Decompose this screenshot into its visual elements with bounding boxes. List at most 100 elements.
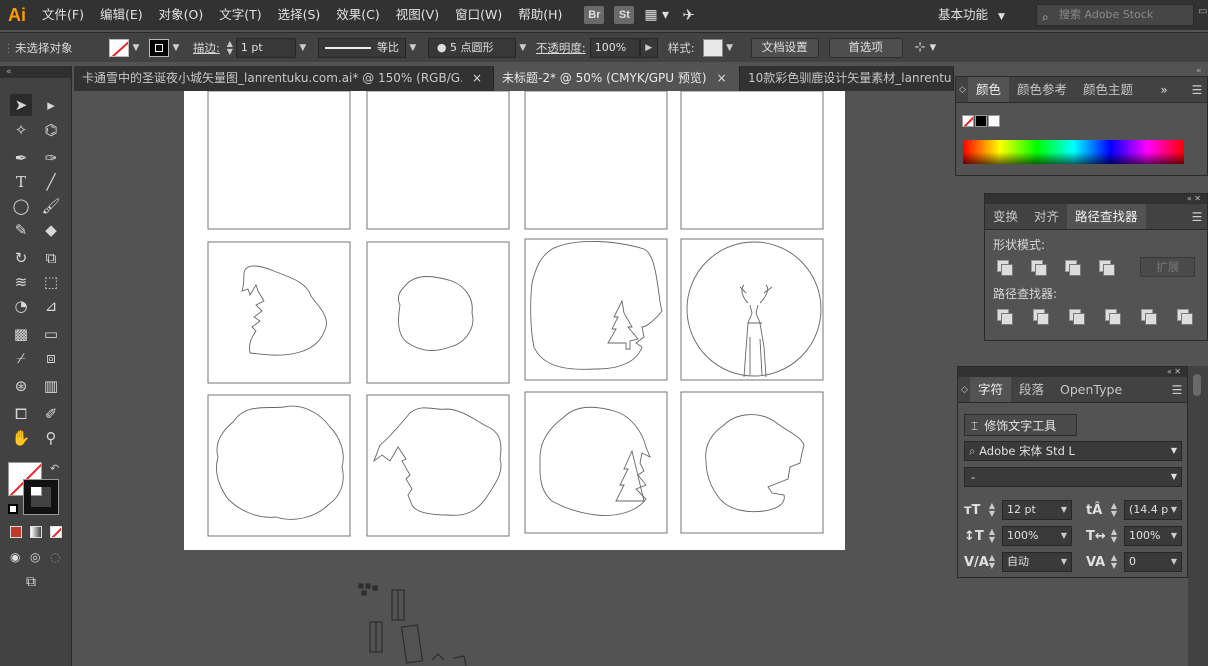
leading-field[interactable]: (14.4 p ▼ <box>1124 500 1182 520</box>
none-swatch[interactable] <box>962 115 974 127</box>
tab-paragraph[interactable]: 段落 <box>1011 377 1052 402</box>
tab-transform[interactable]: 变换 <box>985 204 1026 229</box>
expand-icon[interactable]: ◇ <box>956 77 968 102</box>
white-swatch[interactable] <box>988 115 1000 127</box>
arrange-icon[interactable]: ⊹ ▾ <box>915 40 937 55</box>
screen-mode-icon[interactable]: ⧉ <box>26 574 36 590</box>
fill-swatch[interactable] <box>109 38 129 57</box>
chevron-down-icon[interactable]: ▼ <box>129 43 143 53</box>
menu-window[interactable]: 窗口(W) <box>447 0 510 30</box>
dock-collapse-icon[interactable]: « <box>1196 66 1202 76</box>
collapse-icon[interactable]: « <box>0 66 71 78</box>
paintbrush-tool-icon[interactable]: 🖌 <box>40 195 62 217</box>
mesh-tool-icon[interactable]: ▩ <box>10 323 32 345</box>
stroke-label[interactable]: 描边: <box>193 40 220 56</box>
gradient-tool-icon[interactable]: ▭ <box>40 323 62 345</box>
gpu-performance-icon[interactable]: ✈ <box>682 6 695 24</box>
panel-menu-icon[interactable]: ☰ <box>1187 204 1207 229</box>
minus-back-icon[interactable] <box>1177 309 1193 325</box>
vertical-scale-field[interactable]: 100% ▼ <box>1002 526 1072 546</box>
column-graph-tool-icon[interactable]: ▥ <box>40 375 62 397</box>
menu-type[interactable]: 文字(T) <box>211 0 269 30</box>
panel-menu-icon[interactable]: ☰ <box>1167 377 1187 402</box>
selection-tool-icon[interactable]: ➤ <box>10 94 32 116</box>
close-icon[interactable]: × <box>717 66 727 91</box>
blend-tool-icon[interactable]: ⧈ <box>40 347 62 369</box>
chevron-down-icon[interactable]: ▼ <box>516 43 530 53</box>
merge-icon[interactable] <box>1069 309 1085 325</box>
panel-menu-icon[interactable]: ☰ <box>1187 77 1207 102</box>
horizontal-scale-field[interactable]: 100% ▼ <box>1124 526 1182 546</box>
default-colors-icon[interactable] <box>8 504 18 514</box>
leading-stepper[interactable]: ▲ ▼ <box>1108 502 1120 518</box>
stock-icon[interactable]: St <box>614 6 635 24</box>
lasso-tool-icon[interactable]: ⌬ <box>40 119 62 141</box>
pen-tool-icon[interactable]: ✒ <box>10 147 32 169</box>
window-close-icon[interactable]: ▭ <box>1198 6 1207 17</box>
expand-icon[interactable]: ◇ <box>958 377 970 402</box>
outline-icon[interactable] <box>1141 309 1157 325</box>
chevron-down-icon[interactable]: ▼ <box>723 43 737 53</box>
document-setup-button[interactable]: 文档设置 <box>750 37 819 58</box>
style-swatch[interactable] <box>702 38 723 57</box>
type-tool-icon[interactable]: T <box>10 171 32 193</box>
divide-icon[interactable] <box>997 309 1013 325</box>
vertical-scale-stepper[interactable]: ▲ ▼ <box>986 528 998 544</box>
artboard-tool-icon[interactable]: ⧠ <box>10 403 32 425</box>
close-icon[interactable]: × <box>472 66 482 91</box>
direct-selection-tool-icon[interactable]: ▸ <box>40 94 62 116</box>
symbol-sprayer-tool-icon[interactable]: ⊛ <box>10 375 32 397</box>
none-mode-icon[interactable] <box>50 526 62 538</box>
opacity-field[interactable]: 100% <box>589 37 640 58</box>
tab-opentype[interactable]: OpenType <box>1052 377 1130 402</box>
chevron-down-icon[interactable]: ▼ <box>406 43 420 53</box>
stroke-color-swatch[interactable] <box>23 479 59 515</box>
slice-tool-icon[interactable]: ✐ <box>40 403 62 425</box>
tab-color[interactable]: 颜色 <box>968 77 1010 102</box>
minus-front-icon[interactable] <box>1030 260 1047 276</box>
zoom-tool-icon[interactable]: ⚲ <box>40 427 62 449</box>
font-family-select[interactable]: ⌕ Adobe 宋体 Std L ▼ <box>964 441 1182 461</box>
bridge-icon[interactable]: Br <box>584 6 605 24</box>
free-transform-tool-icon[interactable]: ⬚ <box>40 271 62 293</box>
brush-definition[interactable]: ● 5 点圆形 <box>427 37 516 58</box>
stroke-swatch[interactable] <box>149 38 169 57</box>
menu-edit[interactable]: 编辑(E) <box>92 0 151 30</box>
workspace-switcher[interactable]: 基本功能 ▼ <box>938 0 1005 30</box>
tab-align[interactable]: 对齐 <box>1026 204 1067 229</box>
panel-collapse-bar[interactable]: « ✕ <box>958 367 1187 377</box>
tracking-stepper[interactable]: ▲ ▼ <box>1108 554 1120 570</box>
curvature-tool-icon[interactable]: ✑ <box>40 147 62 169</box>
canvas-area[interactable] <box>74 91 954 666</box>
panel-collapse-bar[interactable]: « ✕ <box>985 194 1207 204</box>
artboard[interactable] <box>184 91 845 550</box>
panel-dock-scrollbar[interactable] <box>1188 366 1208 666</box>
horizontal-scale-stepper[interactable]: ▲ ▼ <box>1108 528 1120 544</box>
menu-select[interactable]: 选择(S) <box>270 0 329 30</box>
tab-color-guide[interactable]: 颜色参考 <box>1009 77 1075 102</box>
ellipse-tool-icon[interactable]: ◯ <box>10 195 32 217</box>
tab-character[interactable]: 字符 <box>970 377 1012 402</box>
shaper-tool-icon[interactable]: ✎ <box>10 219 32 241</box>
chevron-down-icon[interactable]: ▼ <box>296 43 310 53</box>
menu-object[interactable]: 对象(O) <box>151 0 212 30</box>
black-swatch[interactable] <box>975 115 987 127</box>
font-size-stepper[interactable]: ▲ ▼ <box>986 502 998 518</box>
tab-pathfinder[interactable]: 路径查找器 <box>1067 204 1146 229</box>
width-tool-icon[interactable]: ≋ <box>10 271 32 293</box>
font-size-field[interactable]: 12 pt ▼ <box>1002 500 1072 520</box>
intersect-icon[interactable] <box>1064 260 1081 276</box>
rotate-tool-icon[interactable]: ↻ <box>10 247 32 269</box>
color-mode-icon[interactable] <box>10 526 22 538</box>
draw-inside-icon[interactable]: ◌ <box>50 550 60 564</box>
chevron-right-icon[interactable]: ▶ <box>639 37 658 58</box>
draw-behind-icon[interactable]: ◎ <box>30 550 40 564</box>
chevron-down-icon[interactable]: ▼ <box>169 43 183 53</box>
opacity-label[interactable]: 不透明度: <box>536 40 586 56</box>
touch-type-tool-button[interactable]: ⌶ 修饰文字工具 <box>964 414 1077 436</box>
expand-button[interactable]: 扩展 <box>1140 257 1195 277</box>
variable-width-profile[interactable]: 等比 <box>317 37 406 58</box>
draw-normal-icon[interactable]: ◉ <box>10 550 20 564</box>
menu-view[interactable]: 视图(V) <box>388 0 447 30</box>
kerning-field[interactable]: 自动 ▼ <box>1002 552 1072 572</box>
